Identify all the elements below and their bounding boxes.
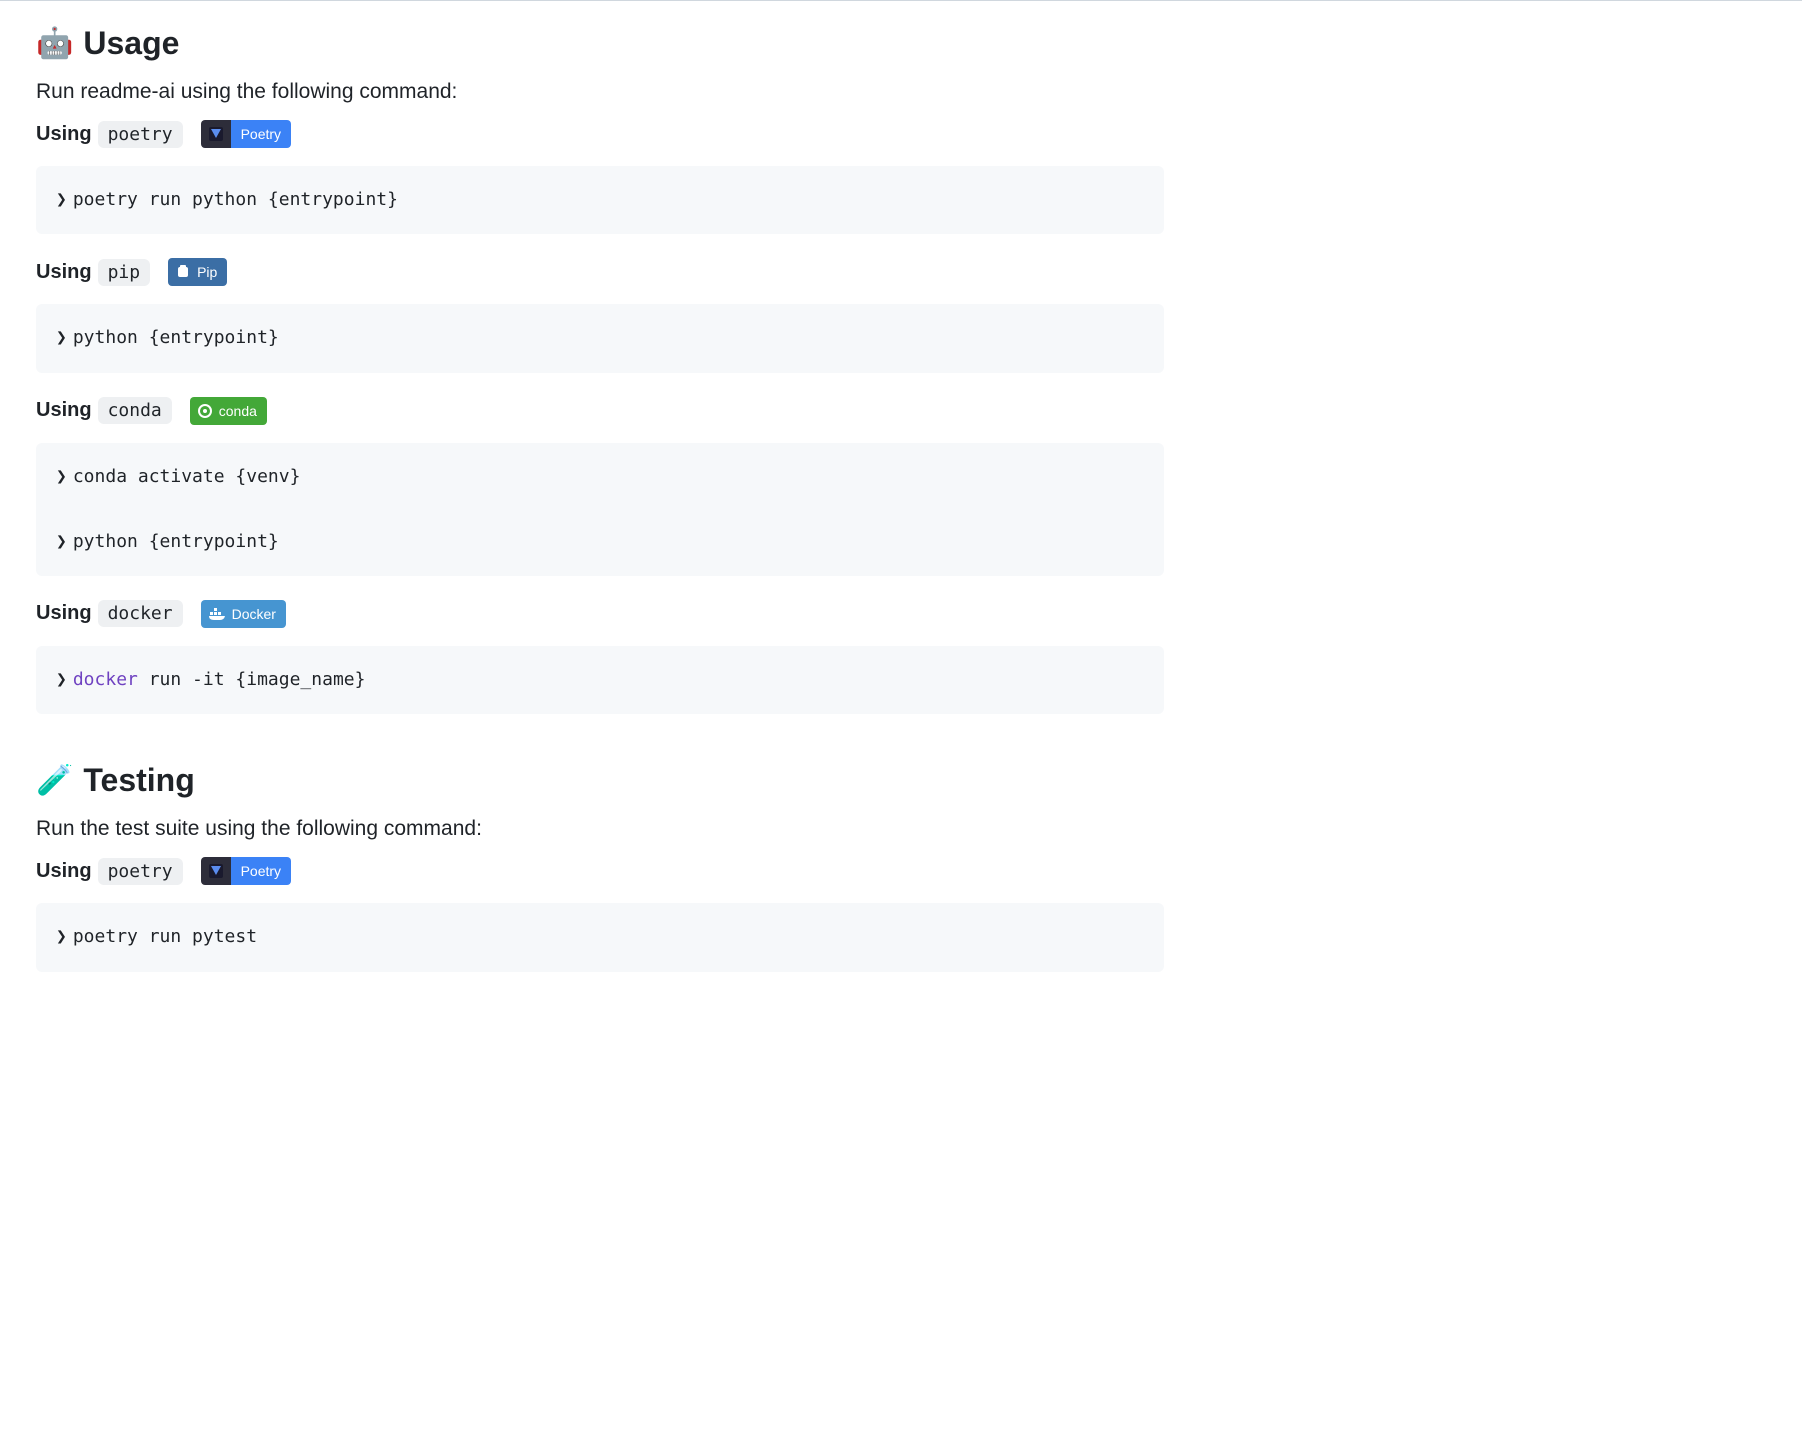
usage-section: 🤖 Usage Run readme-ai using the followin… bbox=[36, 25, 1164, 714]
pip-badge-text: Pip bbox=[193, 258, 227, 286]
using-conda-label: Using conda bbox=[36, 397, 172, 424]
testing-section: 🧪 Testing Run the test suite using the f… bbox=[36, 762, 1164, 971]
using-poetry-test-label: Using poetry bbox=[36, 858, 183, 885]
code-text: poetry run python {entrypoint} bbox=[73, 189, 398, 210]
testing-heading: 🧪 Testing bbox=[36, 762, 1164, 799]
code-line: ❯ poetry run python {entrypoint} bbox=[56, 184, 1144, 216]
test-tube-icon: 🧪 bbox=[36, 766, 73, 796]
code-text: poetry run pytest bbox=[73, 926, 257, 947]
using-prefix: Using bbox=[36, 860, 92, 883]
tool-name-pip: pip bbox=[98, 259, 151, 286]
usage-heading: 🤖 Usage bbox=[36, 25, 1164, 62]
using-poetry-line: Using poetry Poetry bbox=[36, 120, 1164, 148]
using-docker-line: Using docker Docker bbox=[36, 600, 1164, 628]
poetry-test-badge[interactable]: Poetry bbox=[201, 857, 291, 885]
code-line: ❯ poetry run pytest bbox=[56, 921, 1144, 953]
using-poetry-test-line: Using poetry Poetry bbox=[36, 857, 1164, 885]
using-poetry-label: Using poetry bbox=[36, 121, 183, 148]
using-conda-line: Using conda conda bbox=[36, 397, 1164, 425]
docker-badge-text: Docker bbox=[228, 600, 286, 628]
using-prefix: Using bbox=[36, 399, 92, 422]
pip-codeblock[interactable]: ❯ python {entrypoint} bbox=[36, 304, 1164, 372]
code-line: ❯ conda activate {venv} bbox=[56, 461, 1144, 493]
prompt-icon: ❯ bbox=[56, 327, 67, 348]
poetry-badge-text: Poetry bbox=[231, 120, 291, 148]
conda-badge-icon bbox=[190, 397, 215, 425]
testing-heading-text: Testing bbox=[83, 762, 194, 799]
conda-badge[interactable]: conda bbox=[190, 397, 267, 425]
tool-name-poetry-test: poetry bbox=[98, 858, 183, 885]
usage-intro: Run readme-ai using the following comman… bbox=[36, 80, 1164, 104]
using-pip-line: Using pip Pip bbox=[36, 258, 1164, 286]
code-text: run -it {image_name} bbox=[138, 669, 366, 690]
prompt-icon: ❯ bbox=[56, 531, 67, 552]
docker-badge-icon bbox=[201, 600, 228, 628]
prompt-icon: ❯ bbox=[56, 466, 67, 487]
code-line: ❯ python {entrypoint} bbox=[56, 322, 1144, 354]
pip-badge-icon bbox=[168, 258, 193, 286]
using-prefix: Using bbox=[36, 261, 92, 284]
code-line: ❯ python {entrypoint} bbox=[56, 526, 1144, 558]
pip-badge[interactable]: Pip bbox=[168, 258, 227, 286]
using-prefix: Using bbox=[36, 123, 92, 146]
tool-name-poetry: poetry bbox=[98, 121, 183, 148]
poetry-badge[interactable]: Poetry bbox=[201, 120, 291, 148]
using-pip-label: Using pip bbox=[36, 259, 150, 286]
testing-intro: Run the test suite using the following c… bbox=[36, 817, 1164, 841]
poetry-codeblock[interactable]: ❯ poetry run python {entrypoint} bbox=[36, 166, 1164, 234]
usage-heading-text: Usage bbox=[83, 25, 179, 62]
prompt-icon: ❯ bbox=[56, 926, 67, 947]
code-keyword: docker bbox=[73, 669, 138, 690]
conda-codeblock[interactable]: ❯ conda activate {venv} ❯ python {entrypoi… bbox=[36, 443, 1164, 576]
using-docker-label: Using docker bbox=[36, 600, 183, 627]
using-prefix: Using bbox=[36, 602, 92, 625]
conda-badge-text: conda bbox=[215, 397, 267, 425]
poetry-badge-icon bbox=[201, 120, 231, 148]
tool-name-conda: conda bbox=[98, 397, 172, 424]
prompt-icon: ❯ bbox=[56, 669, 67, 690]
code-text: conda activate {venv} bbox=[73, 466, 301, 487]
robot-icon: 🤖 bbox=[36, 29, 73, 59]
docker-codeblock[interactable]: ❯ docker run -it {image_name} bbox=[36, 646, 1164, 714]
readme-content: 🤖 Usage Run readme-ai using the followin… bbox=[0, 1, 1200, 1020]
code-line: ❯ docker run -it {image_name} bbox=[56, 664, 1144, 696]
docker-badge[interactable]: Docker bbox=[201, 600, 286, 628]
code-text: python {entrypoint} bbox=[73, 327, 279, 348]
prompt-icon: ❯ bbox=[56, 189, 67, 210]
poetry-test-badge-text: Poetry bbox=[231, 857, 291, 885]
poetry-badge-icon bbox=[201, 857, 231, 885]
code-text: python {entrypoint} bbox=[73, 531, 279, 552]
poetry-test-codeblock[interactable]: ❯ poetry run pytest bbox=[36, 903, 1164, 971]
tool-name-docker: docker bbox=[98, 600, 183, 627]
